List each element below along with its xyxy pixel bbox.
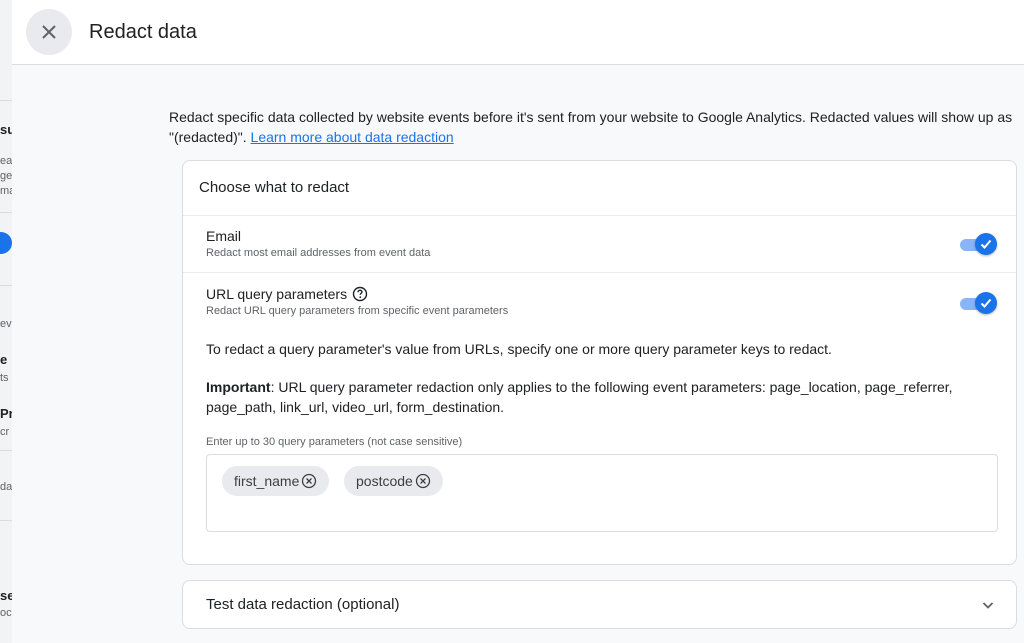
intro-paragraph: Redact specific data collected by websit…	[169, 107, 1019, 147]
divider	[0, 450, 12, 451]
bg-text: cr	[0, 426, 10, 438]
check-icon	[980, 239, 992, 249]
bg-text: ev	[0, 318, 12, 330]
choose-redact-card: Choose what to redact Email Redact most …	[182, 160, 1017, 565]
learn-more-link[interactable]: Learn more about data redaction	[251, 129, 454, 145]
chip-label: postcode	[356, 473, 413, 489]
email-toggle[interactable]	[960, 233, 997, 255]
query-params-input[interactable]: first_name postcode	[206, 454, 998, 532]
url-query-option-title: URL query parameters	[206, 286, 368, 302]
url-query-option-label: URL query parameters	[206, 286, 348, 302]
redact-data-dialog: Redact data Redact specific data collect…	[12, 0, 1024, 643]
chip-label: first_name	[234, 473, 300, 489]
email-option-subtitle: Redact most email addresses from event d…	[206, 247, 431, 259]
chip-first-name: first_name	[222, 466, 330, 496]
remove-chip-icon[interactable]	[301, 473, 317, 489]
divider	[183, 272, 1016, 273]
divider	[0, 520, 12, 521]
dialog-title: Redact data	[89, 21, 197, 43]
important-note: Important: URL query parameter redaction…	[206, 377, 996, 417]
url-query-option-subtitle: Redact URL query parameters from specifi…	[206, 305, 509, 317]
chip-postcode: postcode	[344, 466, 443, 496]
divider	[0, 285, 12, 286]
important-label: Important	[206, 379, 271, 395]
section-title: Choose what to redact	[199, 179, 350, 196]
chevron-down-icon	[982, 602, 994, 609]
check-icon	[980, 298, 992, 308]
toggle-knob	[975, 233, 997, 255]
remove-chip-icon[interactable]	[415, 473, 431, 489]
close-button[interactable]	[26, 9, 72, 55]
bg-text: da	[0, 481, 13, 493]
dialog-header: Redact data	[12, 0, 1024, 65]
test-data-redaction-panel[interactable]: Test data redaction (optional)	[182, 580, 1017, 629]
bg-text: ea	[0, 155, 13, 167]
bg-text: e	[0, 352, 8, 367]
close-icon	[42, 25, 56, 39]
help-circle-icon[interactable]	[352, 286, 368, 302]
divider	[0, 100, 12, 101]
bg-text: ts	[0, 372, 9, 384]
dialog-body: Redact specific data collected by websit…	[12, 65, 1024, 643]
url-query-toggle[interactable]	[960, 292, 997, 314]
query-params-label: Enter up to 30 query parameters (not cas…	[206, 436, 463, 448]
bg-text: ge	[0, 170, 13, 182]
eye-icon	[0, 232, 12, 254]
email-option-title: Email	[206, 228, 241, 244]
bg-text: oc	[0, 607, 12, 619]
important-text: : URL query parameter redaction only app…	[206, 379, 953, 415]
divider	[183, 215, 1016, 216]
instruction-text: To redact a query parameter's value from…	[206, 341, 832, 357]
divider	[0, 212, 12, 213]
email-option-label: Email	[206, 228, 242, 244]
test-section-title: Test data redaction (optional)	[206, 596, 400, 613]
toggle-knob	[975, 292, 997, 314]
